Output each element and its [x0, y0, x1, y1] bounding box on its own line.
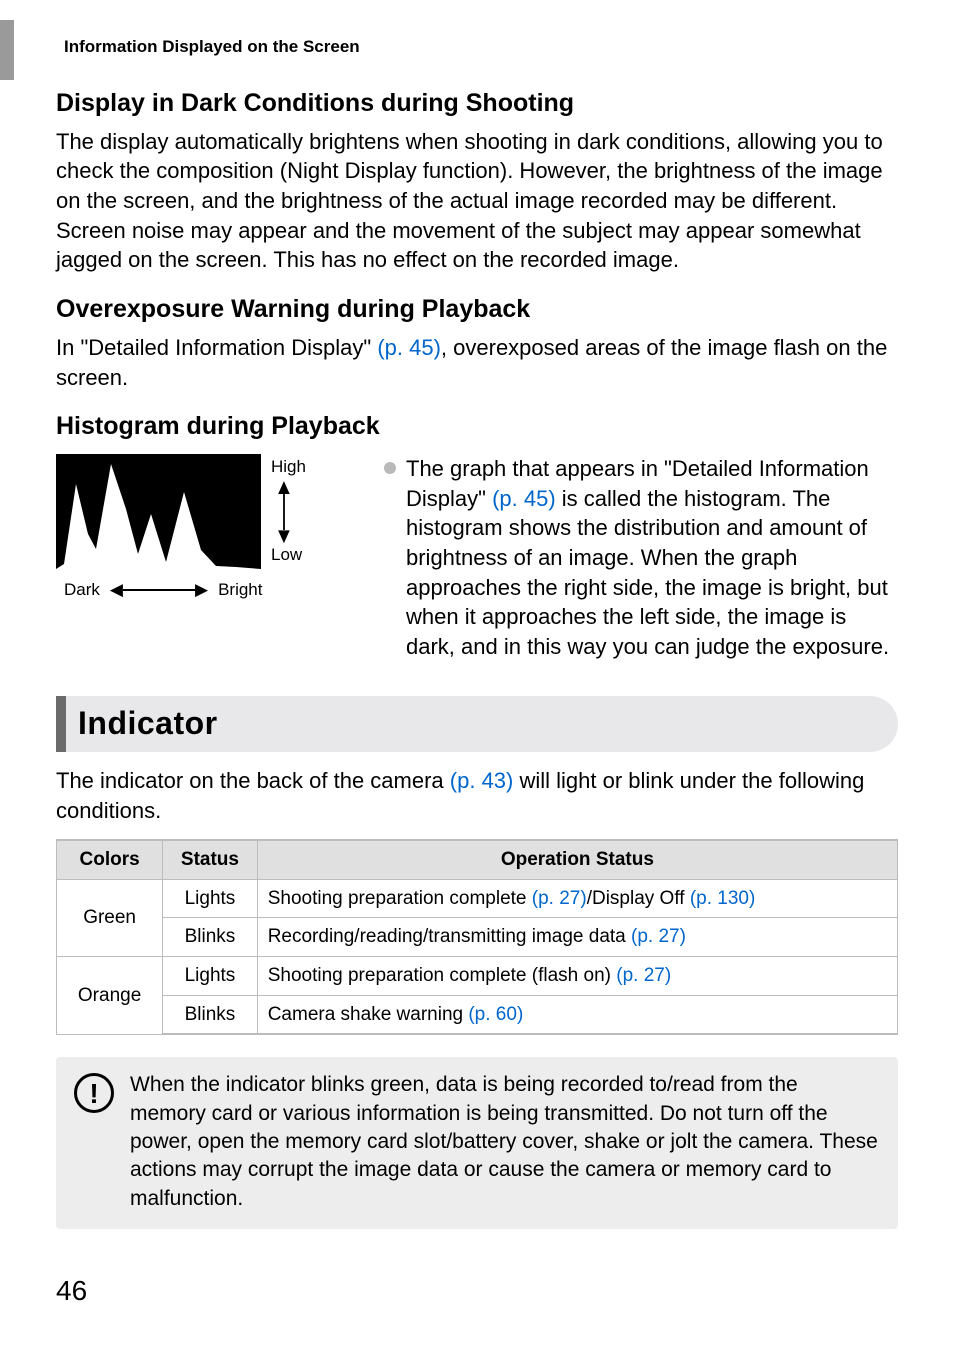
- label-bright: Bright: [218, 579, 262, 602]
- vertical-double-arrow-icon: ▲▼: [274, 481, 294, 541]
- cell-color-orange: Orange: [57, 957, 163, 1035]
- text: Shooting preparation complete (flash on): [268, 965, 617, 986]
- running-header: Information Displayed on the Screen: [64, 36, 898, 59]
- heading-dark-conditions: Display in Dark Conditions during Shooti…: [56, 87, 898, 121]
- cell-status: Blinks: [163, 918, 258, 957]
- cell-status: Lights: [163, 879, 258, 918]
- link-p27-b[interactable]: (p. 27): [631, 926, 686, 947]
- text: The indicator on the back of the camera: [56, 768, 450, 793]
- cell-status: Lights: [163, 957, 258, 996]
- cell-op: Recording/reading/transmitting image dat…: [257, 918, 897, 957]
- label-dark: Dark: [64, 579, 100, 602]
- caution-note: ! When the indicator blinks green, data …: [56, 1057, 898, 1229]
- page-number: 46: [56, 1272, 87, 1310]
- cell-op: Camera shake warning (p. 60): [257, 995, 897, 1034]
- text: Camera shake warning: [268, 1004, 469, 1025]
- text: In "Detailed Information Display": [56, 335, 377, 360]
- link-p45-b[interactable]: (p. 45): [492, 486, 556, 511]
- bullet-icon: [384, 462, 396, 474]
- table-row: Blinks Recording/reading/transmitting im…: [57, 918, 898, 957]
- text: /Display Off: [587, 888, 690, 909]
- para-indicator-intro: The indicator on the back of the camera …: [56, 766, 898, 825]
- link-p27-c[interactable]: (p. 27): [616, 965, 671, 986]
- th-colors: Colors: [57, 840, 163, 879]
- histogram-figure: High ▲▼ Low Dark ◀▶ Bright: [56, 454, 356, 602]
- text: Shooting preparation complete: [268, 888, 532, 909]
- th-status: Status: [163, 840, 258, 879]
- para-dark-conditions: The display automatically brightens when…: [56, 127, 898, 275]
- heading-histogram: Histogram during Playback: [56, 410, 898, 444]
- histogram-graph: [56, 454, 261, 569]
- link-p27[interactable]: (p. 27): [532, 888, 587, 909]
- cell-op: Shooting preparation complete (flash on)…: [257, 957, 897, 996]
- link-p130[interactable]: (p. 130): [690, 888, 755, 909]
- horizontal-double-arrow-icon: ◀▶: [110, 579, 208, 602]
- caution-text: When the indicator blinks green, data is…: [130, 1071, 878, 1213]
- indicator-table: Colors Status Operation Status Green Lig…: [56, 839, 898, 1035]
- link-p43[interactable]: (p. 43): [450, 768, 514, 793]
- side-tab-marker: [0, 20, 14, 80]
- caution-icon: !: [74, 1073, 114, 1113]
- table-row: Green Lights Shooting preparation comple…: [57, 879, 898, 918]
- label-low: Low: [271, 544, 302, 567]
- section-title-indicator: Indicator: [78, 702, 218, 745]
- cell-color-green: Green: [57, 879, 163, 956]
- link-p60[interactable]: (p. 60): [468, 1004, 523, 1025]
- table-row: Blinks Camera shake warning (p. 60): [57, 995, 898, 1034]
- para-histogram: The graph that appears in "Detailed Info…: [406, 454, 898, 662]
- para-overexposure: In "Detailed Information Display" (p. 45…: [56, 333, 898, 392]
- table-row: Orange Lights Shooting preparation compl…: [57, 957, 898, 996]
- cell-status: Blinks: [163, 995, 258, 1034]
- heading-overexposure: Overexposure Warning during Playback: [56, 293, 898, 327]
- text: Recording/reading/transmitting image dat…: [268, 926, 631, 947]
- cell-op: Shooting preparation complete (p. 27)/Di…: [257, 879, 897, 918]
- text: is called the histogram. The histogram s…: [406, 486, 889, 659]
- link-p45[interactable]: (p. 45): [377, 335, 441, 360]
- section-bar-indicator: Indicator: [56, 696, 898, 752]
- th-operation: Operation Status: [257, 840, 897, 879]
